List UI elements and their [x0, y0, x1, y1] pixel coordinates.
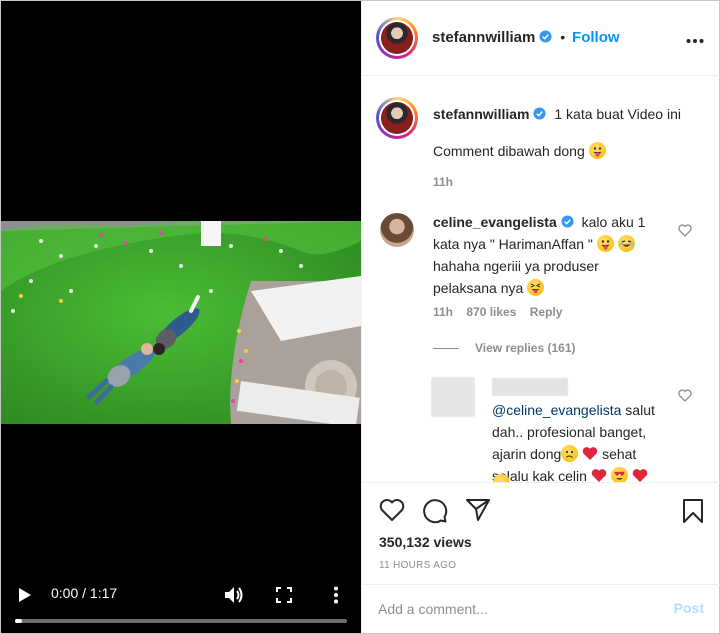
volume-icon — [225, 587, 243, 603]
video-scene-graphic — [1, 221, 361, 424]
video-time-display: 0:00 / 1:17 — [51, 585, 118, 601]
fullscreen-icon — [276, 587, 292, 603]
tongue-face-emoji-icon — [596, 235, 614, 252]
post-details-pane: stefannwilliam • Follow stefannwilliam 1… — [361, 1, 720, 633]
caption-line2: Comment dibawah dong — [433, 143, 585, 159]
tongue-face-emoji-icon — [588, 142, 606, 159]
caption-text: stefannwilliam 1 kata buat Video ini — [433, 103, 681, 125]
red-heart-emoji-icon — [591, 469, 607, 482]
add-comment-input[interactable] — [378, 597, 648, 621]
fullscreen-button[interactable] — [273, 584, 295, 606]
view-count[interactable]: 350,132 views — [379, 534, 472, 550]
follow-button[interactable]: Follow — [572, 29, 620, 46]
verified-badge-icon — [539, 30, 552, 43]
post-comment-button[interactable]: Post — [674, 600, 704, 616]
header-username[interactable]: stefannwilliam — [432, 29, 535, 46]
comment-line2: kata nya " HarimanAffan " — [433, 236, 593, 252]
video-controls: 0:00 / 1:17 — [1, 575, 361, 633]
replies-divider — [433, 348, 459, 350]
more-horizontal-icon — [686, 39, 704, 43]
more-vertical-icon — [334, 586, 338, 604]
video-seek-progress — [15, 619, 22, 623]
view-replies-toggle[interactable]: View replies (161) — [433, 341, 576, 355]
share-paper-plane-icon[interactable] — [465, 498, 491, 522]
squinting-tongue-emoji-icon — [527, 279, 545, 296]
verified-badge-icon — [533, 107, 547, 120]
like-heart-icon[interactable] — [379, 498, 405, 522]
comments-list: stefannwilliam 1 kata buat Video ini Com… — [362, 77, 720, 483]
reply-button[interactable]: Reply — [530, 305, 563, 319]
comment-line1: kalo aku 1 — [581, 214, 646, 230]
rofl-emoji-icon — [617, 235, 635, 252]
avatar-image — [381, 22, 413, 54]
play-button[interactable] — [15, 585, 35, 605]
comment-likes[interactable]: 870 likes — [466, 305, 516, 319]
comment-line4: pelaksana nya — [433, 280, 524, 296]
caption-username[interactable]: stefannwilliam — [433, 106, 529, 122]
confused-face-emoji-icon — [561, 445, 579, 462]
video-seek-bar[interactable] — [15, 619, 347, 623]
play-icon — [19, 588, 31, 602]
add-comment-bar: Post — [362, 584, 720, 633]
commenter-username[interactable]: celine_evangelista — [433, 214, 557, 230]
post-header: stefannwilliam • Follow — [362, 1, 720, 76]
like-reply-heart-icon[interactable] — [678, 389, 692, 402]
header-separator: • — [560, 29, 566, 45]
video-options-button[interactable] — [327, 584, 345, 606]
reply-line3: ajarin dong — [492, 446, 562, 462]
post-age: 11 HOURS AGO — [379, 560, 457, 571]
reply-line2: dah.. profesional banget, — [492, 424, 647, 440]
reply-line3-rest: sehat — [602, 446, 637, 462]
comment-line3: hahaha ngeriii ya produser — [433, 258, 599, 274]
reply-mention-link[interactable]: @celine_evangelista — [492, 402, 621, 418]
red-heart-emoji-icon — [582, 447, 598, 460]
like-comment-heart-icon[interactable] — [678, 224, 692, 237]
commenter-avatar[interactable] — [380, 213, 414, 247]
video-player[interactable]: 0:00 / 1:17 — [1, 1, 361, 633]
caption-time: 11h — [433, 175, 454, 189]
post-options-button[interactable] — [686, 31, 704, 47]
red-heart-emoji-icon — [632, 469, 647, 482]
avatar[interactable] — [376, 17, 418, 59]
comment-time: 11h — [433, 305, 454, 319]
video-frame-image[interactable] — [1, 221, 361, 424]
comment-bubble-icon[interactable] — [422, 498, 448, 524]
view-replies-label: View replies (161) — [475, 341, 576, 355]
post-action-bar: 350,132 views 11 HOURS AGO — [362, 484, 720, 584]
reply-line1: salut — [625, 402, 655, 418]
reply-username-redacted — [492, 378, 568, 396]
caption-line1: 1 kata buat Video ini — [554, 106, 681, 122]
caption-avatar[interactable] — [376, 97, 418, 139]
save-bookmark-icon[interactable] — [682, 498, 704, 524]
avatar-image — [381, 102, 413, 134]
verified-badge-icon — [561, 215, 574, 228]
reply-avatar-redacted — [431, 377, 475, 417]
heart-eyes-emoji-icon — [610, 467, 628, 482]
volume-button[interactable] — [223, 584, 245, 606]
